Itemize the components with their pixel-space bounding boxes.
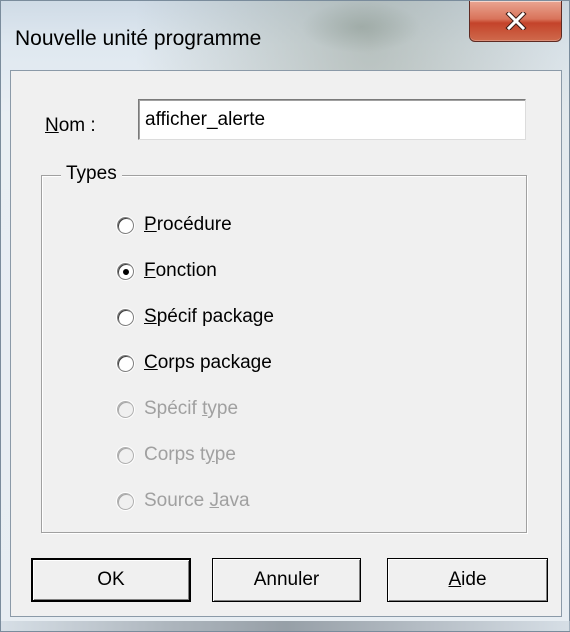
help-button-mnemonic: A [448,569,462,590]
window-bottom-edge [1,621,570,631]
radio-dot [123,268,129,275]
radio-circle [117,400,134,418]
radio-label-pre: Source [144,490,210,511]
radio-label-mnemonic: S [144,306,157,327]
window-title: Nouvelle unité programme [15,27,262,50]
radio-circle [117,492,134,510]
radio-label: Procédure [144,214,232,236]
radio-label-mnemonic: P [144,214,157,235]
radio-label-pre: Spécif [144,398,203,419]
radio-label-mnemonic: J [209,490,219,511]
help-button-text: ide [461,569,487,590]
radio-corps-type: Corps type [117,439,236,471]
types-group-title: Types [61,163,122,185]
radio-label: Corps package [144,352,272,374]
radio-specif-type: Spécif type [117,393,238,425]
radio-label: Spécif type [144,398,238,420]
name-label-text: om : [58,115,96,136]
radio-label-post: onction [155,260,217,281]
radio-label: Corps type [144,444,236,466]
radio-specif-package[interactable]: Spécif package [117,301,274,333]
radio-label-post: rocédure [156,214,232,235]
help-button[interactable]: Aide [387,558,548,602]
close-button[interactable] [469,1,562,42]
radio-label: Source Java [144,490,250,512]
radio-fonction[interactable]: Fonction [117,255,217,287]
close-icon [504,12,527,30]
radio-circle [117,308,134,326]
radio-source-java: Source Java [117,485,250,517]
radio-label: Fonction [144,260,217,282]
radio-label-post: pe [214,444,236,465]
radio-label-post: ype [207,398,239,419]
radio-circle [117,216,134,234]
name-label-mnemonic: N [45,115,59,136]
cancel-button[interactable]: Annuler [212,558,361,602]
radio-label-post: pécif package [156,306,274,327]
name-label: Nom : [45,115,96,137]
radio-procedure[interactable]: Procédure [117,209,232,241]
radio-label-post: ava [218,490,250,511]
radio-label-mnemonic: y [205,444,215,465]
radio-label-post: orps package [157,352,272,373]
radio-circle [117,446,134,464]
radio-label-pre: Corps t [144,444,206,465]
radio-circle [117,354,134,372]
radio-label: Spécif package [144,306,274,328]
radio-corps-package[interactable]: Corps package [117,347,272,379]
radio-label-mnemonic: F [144,260,156,281]
radio-circle [117,262,134,280]
dialog-client-area: Nom : Types Procédure Fonction Spécif pack… [10,70,562,617]
ok-button[interactable]: OK [31,558,191,602]
radio-label-mnemonic: C [144,352,158,373]
title-bar-glass [301,1,421,53]
name-input[interactable] [138,99,526,140]
types-group-box [41,175,527,533]
